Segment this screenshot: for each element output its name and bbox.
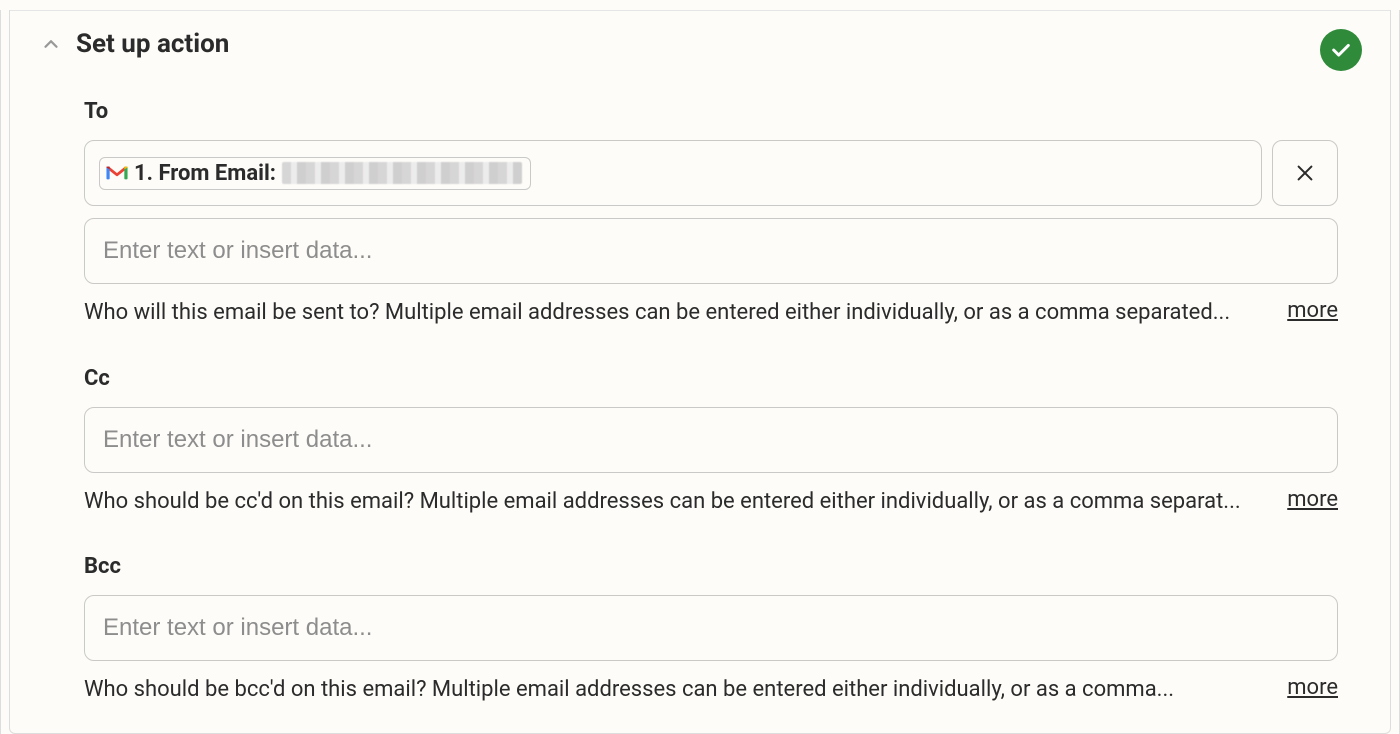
bcc-more-link[interactable]: more bbox=[1287, 675, 1338, 700]
section-header[interactable]: Set up action bbox=[10, 11, 1390, 85]
section-title: Set up action bbox=[76, 29, 229, 59]
to-extra-input[interactable] bbox=[84, 218, 1338, 284]
bcc-text-field[interactable] bbox=[103, 614, 1319, 642]
to-tag-pill[interactable]: 1. From Email: bbox=[99, 157, 531, 190]
bcc-input[interactable] bbox=[84, 595, 1338, 661]
to-tag-label: 1. From Email: bbox=[134, 161, 276, 186]
to-more-link[interactable]: more bbox=[1287, 298, 1338, 323]
to-input[interactable]: 1. From Email: bbox=[84, 140, 1262, 206]
to-tag-value-redacted bbox=[282, 162, 522, 184]
bcc-help-text: Who should be bcc'd on this email? Multi… bbox=[84, 675, 1263, 705]
field-to: To bbox=[84, 99, 1338, 328]
cc-text-field[interactable] bbox=[103, 426, 1319, 454]
field-cc: Cc Who should be cc'd on this email? Mul… bbox=[84, 366, 1338, 517]
gmail-icon bbox=[106, 164, 128, 182]
cc-input[interactable] bbox=[84, 407, 1338, 473]
chevron-up-icon bbox=[38, 31, 64, 57]
cc-more-link[interactable]: more bbox=[1287, 487, 1338, 512]
field-label-bcc: Bcc bbox=[84, 554, 1338, 579]
status-complete-icon bbox=[1320, 29, 1362, 71]
to-extra-text-field[interactable] bbox=[103, 237, 1319, 265]
field-bcc: Bcc Who should be bcc'd on this email? M… bbox=[84, 554, 1338, 705]
field-label-cc: Cc bbox=[84, 366, 1338, 391]
to-help-text: Who will this email be sent to? Multiple… bbox=[84, 298, 1263, 328]
cc-help-text: Who should be cc'd on this email? Multip… bbox=[84, 487, 1263, 517]
field-label-to: To bbox=[84, 99, 1338, 124]
to-clear-button[interactable] bbox=[1272, 140, 1338, 206]
